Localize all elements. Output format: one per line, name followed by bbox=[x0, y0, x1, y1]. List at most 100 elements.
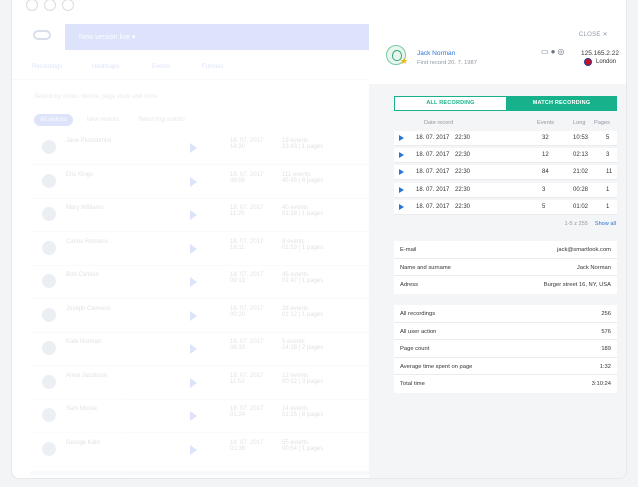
bg-row-time: 08:33 bbox=[230, 345, 246, 351]
stat-value: 1:32 bbox=[599, 363, 611, 370]
play-icon[interactable] bbox=[399, 203, 404, 210]
bg-table-row[interactable]: Joseph Clemens 18. 07. 2017 00:20 28 events… bbox=[30, 300, 369, 333]
play-icon[interactable] bbox=[190, 377, 197, 388]
play-icon[interactable] bbox=[190, 210, 197, 220]
stat-label: All recordings bbox=[400, 311, 436, 317]
recording-events: 12 bbox=[542, 152, 549, 159]
play-icon[interactable] bbox=[190, 344, 197, 354]
recording-date: 18. 07. 2017 bbox=[416, 186, 450, 193]
bg-tabs: Recordings Heatmaps Events Funnels bbox=[12, 58, 369, 80]
play-icon[interactable] bbox=[399, 135, 404, 141]
bg-row-name: Anna Jacobson bbox=[66, 372, 108, 379]
bg-row-time: 01:38 bbox=[230, 445, 246, 452]
bg-row-meta: 01:12 | 1 pages bbox=[282, 311, 324, 318]
bg-row-name: Jane Piccolomini bbox=[66, 138, 112, 144]
play-icon[interactable] bbox=[190, 444, 197, 455]
bg-tab-heatmaps[interactable]: Heatmaps bbox=[92, 64, 119, 70]
recording-date: 18. 07. 2017 bbox=[416, 203, 450, 210]
bg-filter-new[interactable]: New visitors bbox=[81, 114, 125, 126]
bg-table-row[interactable]: Bob Carlson 18. 07. 2017 09:13 45 events 01:… bbox=[30, 266, 369, 299]
play-icon[interactable] bbox=[190, 176, 197, 187]
bg-row-meta: 23:43 | 1 pages bbox=[282, 144, 324, 150]
col-pages-header: Pages bbox=[594, 120, 610, 126]
bg-table-row[interactable]: Sam Moore 18. 07. 2017 01:24 14 events 01:25… bbox=[30, 400, 369, 433]
user-name[interactable]: Jack Norman bbox=[417, 50, 455, 57]
recording-row[interactable]: 18. 07. 2017 22:30 3 00:28 1 bbox=[394, 182, 617, 198]
play-icon[interactable] bbox=[190, 277, 197, 287]
bg-filter-returning[interactable]: Returning visitors bbox=[133, 114, 191, 126]
bg-row-date: 18. 07. 2017 14:30 bbox=[230, 138, 263, 150]
bg-row-name: Carlos Romano bbox=[66, 238, 108, 245]
bg-tab-events[interactable]: Events bbox=[152, 64, 170, 70]
bg-row-name: Joseph Clemens bbox=[66, 305, 111, 312]
play-icon[interactable] bbox=[190, 143, 197, 153]
bg-tab-funnels[interactable]: Funnels bbox=[202, 64, 223, 70]
bg-table-row[interactable]: George Kato 18. 07. 2017 01:38 55 events 00:… bbox=[30, 434, 369, 467]
bg-table-row[interactable]: Eric Kings 18. 07. 2017 08:56 111 events 45:… bbox=[30, 166, 369, 199]
browser-icon: ◎ bbox=[557, 47, 567, 56]
contact-value: Burger street 16, NY, USA bbox=[543, 282, 611, 288]
bg-row-events: 40 events 01:28 | 1 pages bbox=[282, 205, 323, 217]
contact-label: Adress bbox=[400, 282, 419, 288]
play-icon[interactable] bbox=[190, 243, 197, 254]
recording-row[interactable]: 18. 07. 2017 22:30 12 02:13 3 bbox=[394, 148, 617, 164]
bg-filter-all[interactable]: All visitors bbox=[34, 114, 74, 126]
bg-row-events: 12 events 00:12 | 3 pages bbox=[282, 373, 323, 385]
play-icon[interactable] bbox=[190, 310, 197, 321]
stat-value: 3:10:24 bbox=[591, 381, 611, 387]
bg-banner[interactable]: New version live ▾ bbox=[65, 24, 369, 50]
bg-search-input[interactable]: Search by visitor, device, page visits a… bbox=[34, 94, 157, 100]
bg-row-events: 19 events 23:43 | 1 pages bbox=[282, 138, 323, 150]
bg-row-date: 18. 07. 2017 11:52 bbox=[230, 373, 263, 385]
window-maximize-control[interactable] bbox=[62, 0, 74, 11]
recording-pages: 5 bbox=[606, 135, 610, 141]
recording-row[interactable]: 18. 07. 2017 22:30 84 21:02 11 bbox=[394, 165, 617, 181]
ip-address: 125.165.2.22 bbox=[581, 50, 619, 57]
bg-row-time: 00:20 bbox=[230, 311, 246, 318]
bg-row-date: 18. 07. 2017 01:24 bbox=[230, 406, 263, 418]
avatar bbox=[42, 274, 56, 288]
contact-row: Name and surname Jack Norman bbox=[394, 259, 617, 276]
close-button[interactable]: CLOSE ✕ bbox=[579, 31, 608, 38]
recording-pages: 1 bbox=[606, 203, 610, 210]
stat-label: Average time spent on page bbox=[400, 363, 473, 370]
bg-row-date: 18. 07. 2017 08:56 bbox=[230, 172, 263, 184]
play-icon[interactable] bbox=[399, 152, 404, 159]
bg-table-row[interactable]: Kate Norman 18. 07. 2017 08:33 5 events 14:2… bbox=[30, 333, 369, 366]
bg-filters: All visitors New visitors Returning visi… bbox=[34, 114, 197, 126]
avatar bbox=[42, 374, 56, 389]
window-minimize-control[interactable] bbox=[44, 0, 56, 11]
recording-row[interactable]: 18. 07. 2017 22:30 5 01:02 1 bbox=[394, 199, 617, 215]
recording-row[interactable]: 18. 07. 2017 22:30 32 10:53 5 bbox=[394, 131, 617, 146]
stat-row: All recordings 256 bbox=[394, 305, 617, 323]
bg-row-date: 18. 07. 2017 01:38 bbox=[230, 440, 263, 452]
bg-table-row[interactable]: Jane Piccolomini 18. 07. 2017 14:30 19 even… bbox=[30, 132, 369, 165]
window-close-control[interactable] bbox=[26, 0, 38, 11]
bg-table-row[interactable]: Carlos Romano 18. 07. 2017 18:11 9 events 01… bbox=[30, 233, 369, 266]
stat-row: Total time 3:10:24 bbox=[394, 375, 617, 393]
bg-row-date: 18. 07. 2017 11:25 bbox=[230, 205, 263, 217]
avatar bbox=[42, 207, 56, 221]
play-icon[interactable] bbox=[399, 169, 404, 176]
show-all-link[interactable]: Show all bbox=[595, 221, 616, 227]
contact-label: Name and surname bbox=[400, 264, 451, 271]
bg-table-row[interactable]: Anna Jacobson 18. 07. 2017 11:52 12 events 0… bbox=[30, 367, 369, 400]
play-icon[interactable] bbox=[399, 186, 404, 193]
bg-scrollbar[interactable] bbox=[30, 471, 369, 475]
bg-row-meta: 01:25 | 8 pages bbox=[282, 412, 324, 418]
recording-time: 22:30 bbox=[455, 135, 471, 141]
bg-row-meta: 01:28 | 1 pages bbox=[282, 211, 324, 217]
logo-icon bbox=[33, 30, 51, 40]
contact-row: E-mail jack@smartlook.com bbox=[394, 241, 617, 259]
bg-row-time: 01:24 bbox=[230, 412, 246, 418]
star-icon: ★ bbox=[400, 56, 409, 66]
play-icon[interactable] bbox=[190, 411, 197, 421]
tab-all-recording[interactable]: ALL RECORDING bbox=[395, 97, 506, 110]
bg-tab-recordings[interactable]: Recordings bbox=[32, 64, 62, 70]
tab-match-recording[interactable]: MATCH RECORDING bbox=[506, 97, 617, 110]
app-window: New version live ▾ Recordings Heatmaps E… bbox=[11, 0, 627, 479]
bg-table-row[interactable]: Mary Williams 18. 07. 2017 11:25 40 events 0… bbox=[30, 199, 369, 232]
bg-row-time: 14:30 bbox=[230, 144, 246, 150]
stat-label: Total time bbox=[400, 381, 425, 387]
stat-value: 256 bbox=[601, 311, 611, 317]
